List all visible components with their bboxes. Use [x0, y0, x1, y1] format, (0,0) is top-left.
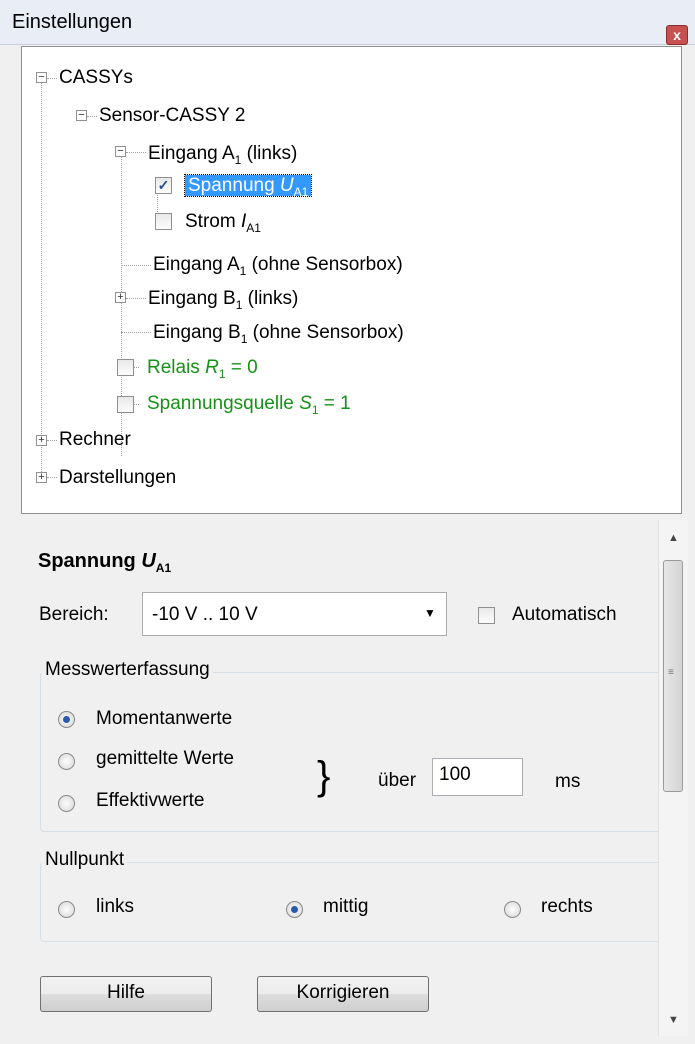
- tree-item-label: Sensor-CASSY 2: [99, 105, 246, 126]
- hilfe-button[interactable]: Hilfe: [40, 976, 212, 1012]
- symbol: U: [141, 550, 156, 572]
- tree-item-eingang-a1-links[interactable]: Eingang A1 (links): [148, 139, 297, 169]
- symbol: U: [279, 175, 294, 196]
- tree-item-label: Eingang A: [148, 143, 235, 164]
- subscript: 1: [218, 366, 226, 381]
- tree-item-label-suffix: (links): [241, 143, 298, 164]
- properties-panel: Spannung UA1 Bereich: -10 V .. 10 V ▼ Au…: [21, 516, 682, 1036]
- collapse-icon[interactable]: −: [36, 72, 47, 83]
- symbol: S: [299, 393, 312, 414]
- label-text: Spannungsquelle: [147, 393, 300, 414]
- label-suffix: (ohne Sensorbox): [247, 322, 404, 343]
- window-title: Einstellungen: [12, 11, 133, 33]
- expand-icon[interactable]: +: [115, 292, 126, 303]
- tree-item-rechner[interactable]: Rechner: [59, 425, 131, 455]
- subscript: 1: [311, 402, 319, 417]
- automatisch-checkbox[interactable]: [478, 607, 495, 624]
- label-suffix: = 0: [225, 357, 258, 378]
- tree-line: [47, 78, 57, 79]
- tree-item-label: CASSYs: [59, 67, 133, 88]
- effektivwerte-label: Effektivwerte: [96, 790, 205, 811]
- tree-line: [47, 477, 57, 478]
- tree-line: [121, 332, 151, 333]
- selected-label: Spannung UA1: [183, 174, 313, 199]
- label-suffix: = 1: [318, 393, 351, 414]
- scroll-up-icon[interactable]: ▲: [668, 532, 679, 544]
- symbol: R: [205, 357, 219, 378]
- radio-momentanwerte[interactable]: [58, 711, 75, 728]
- rechts-label: rechts: [541, 896, 593, 917]
- korrigieren-button[interactable]: Korrigieren: [257, 976, 429, 1012]
- tree-item-eingang-b1-links[interactable]: Eingang B1 (links): [148, 284, 298, 314]
- radio-rechts[interactable]: [504, 901, 521, 918]
- tree-item-darstellungen[interactable]: Darstellungen: [59, 463, 176, 493]
- label-text: Strom: [185, 211, 241, 232]
- tree-item-label: Rechner: [59, 429, 131, 450]
- nullpunkt-title: Nullpunkt: [42, 849, 128, 871]
- tree-item-label: Darstellungen: [59, 467, 177, 488]
- collapse-icon[interactable]: −: [115, 146, 126, 157]
- panel-heading: Spannung UA1: [38, 550, 171, 575]
- gemittelte-werte-label: gemittelte Werte: [96, 748, 234, 769]
- tree-line: [87, 116, 97, 117]
- expand-icon[interactable]: +: [36, 472, 47, 483]
- checkbox-spannungsquelle[interactable]: [117, 396, 134, 413]
- tree-item-eingang-a1-ohne[interactable]: Eingang A1 (ohne Sensorbox): [153, 250, 403, 280]
- tree-item-eingang-b1-ohne[interactable]: Eingang B1 (ohne Sensorbox): [153, 318, 404, 348]
- tree-item-cassys[interactable]: CASSYs: [59, 63, 133, 93]
- label-suffix: (ohne Sensorbox): [246, 254, 403, 275]
- label-suffix: (links): [242, 288, 299, 309]
- ms-label: ms: [555, 771, 581, 792]
- scroll-thumb[interactable]: ≡: [663, 560, 683, 792]
- subscript: A1: [246, 220, 261, 235]
- tree-item-sensor-cassy[interactable]: Sensor-CASSY 2: [99, 101, 245, 131]
- label-text: Spannung: [188, 175, 280, 196]
- bereich-dropdown[interactable]: -10 V .. 10 V ▼: [142, 592, 447, 636]
- title-bar: Einstellungen x: [0, 0, 695, 45]
- chevron-down-icon: ▼: [424, 606, 436, 620]
- vertical-scrollbar[interactable]: ▲ ≡ ▼: [658, 520, 688, 1036]
- bereich-value: -10 V .. 10 V: [152, 604, 258, 625]
- checkbox-strom[interactable]: [155, 213, 172, 230]
- tree-line: [121, 265, 151, 266]
- momentanwerte-label: Momentanwerte: [96, 708, 233, 729]
- label-text: Eingang A: [153, 254, 240, 275]
- tree-item-spannung[interactable]: Spannung UA1: [183, 171, 313, 201]
- label-text: Eingang B: [153, 322, 241, 343]
- tree-item-relais[interactable]: Relais R1 = 0: [147, 353, 258, 383]
- interval-input[interactable]: 100: [432, 758, 523, 796]
- tree-item-strom[interactable]: Strom IA1: [185, 207, 261, 237]
- automatisch-label: Automatisch: [512, 604, 617, 625]
- scroll-down-icon[interactable]: ▼: [668, 1014, 679, 1026]
- grip-icon: ≡: [668, 667, 674, 678]
- expand-icon[interactable]: +: [36, 435, 47, 446]
- links-label: links: [96, 896, 135, 917]
- checkbox-relais[interactable]: [117, 359, 134, 376]
- radio-effektivwerte[interactable]: [58, 795, 75, 812]
- radio-links[interactable]: [58, 901, 75, 918]
- tree-line: [126, 298, 146, 299]
- close-icon[interactable]: x: [666, 25, 688, 45]
- radio-mittig[interactable]: [286, 901, 303, 918]
- radio-gemittelte-werte[interactable]: [58, 753, 75, 770]
- heading-text: Spannung: [38, 550, 142, 572]
- settings-tree[interactable]: − CASSYs − Sensor-CASSY 2 − Eingang A1 (…: [21, 46, 682, 514]
- tree-line: [47, 440, 57, 441]
- collapse-icon[interactable]: −: [76, 110, 87, 121]
- tree-line: [126, 152, 146, 153]
- label-text: Relais: [147, 357, 206, 378]
- tree-line: [41, 76, 42, 476]
- bereich-label: Bereich:: [39, 604, 109, 625]
- ueber-label: über: [378, 770, 417, 791]
- subscript: A1: [155, 561, 172, 575]
- label-text: Eingang B: [148, 288, 236, 309]
- tree-item-spannungsquelle[interactable]: Spannungsquelle S1 = 1: [147, 389, 351, 419]
- messwerterfassung-title: Messwerterfassung: [42, 659, 213, 681]
- brace: }: [317, 754, 331, 798]
- checkbox-spannung[interactable]: ✓: [155, 177, 172, 194]
- settings-window: Einstellungen x − CASSYs − Sensor-CASSY …: [0, 0, 695, 1044]
- subscript: A1: [293, 184, 309, 199]
- mittig-label: mittig: [323, 896, 369, 917]
